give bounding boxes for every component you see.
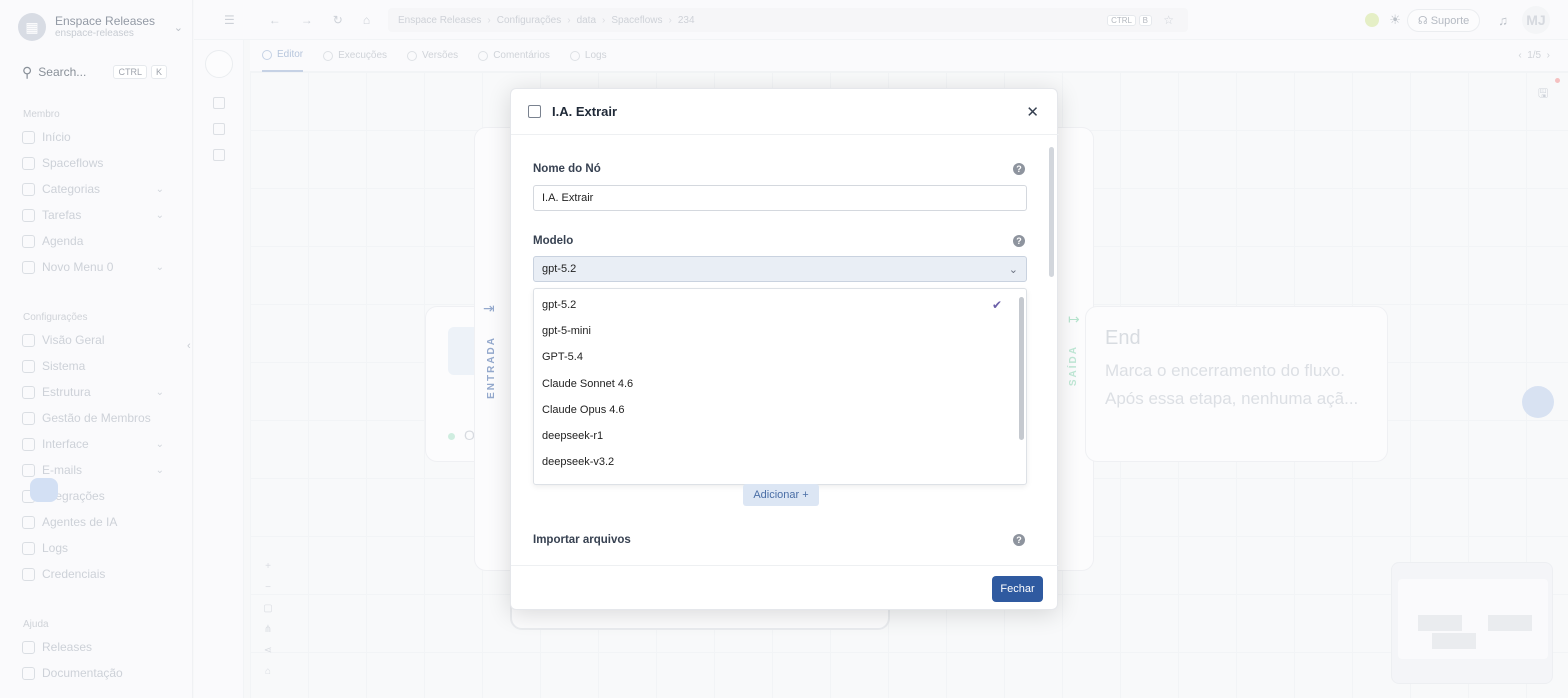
dropdown-scrollbar[interactable]	[1019, 297, 1024, 440]
model-option-label: gpt-5-mini	[542, 325, 591, 338]
close-icon[interactable]: ✕	[1026, 103, 1039, 121]
model-option[interactable]: deepseek-v3.2	[534, 449, 1014, 475]
add-button[interactable]: Adicionar +	[743, 484, 819, 506]
model-option-label: Claude Sonnet 4.6	[542, 377, 634, 390]
model-option[interactable]: deepseek-r1	[534, 423, 1014, 449]
model-option-label: gpt-5.2	[542, 299, 577, 311]
model-label: Modelo	[533, 235, 574, 247]
model-option-label: deepseek-r1	[542, 430, 604, 442]
model-option[interactable]: gpt-5-mini	[534, 318, 1014, 344]
model-option-label: deepseek-v3.2	[542, 456, 615, 469]
model-selected-value: gpt-5.2	[542, 263, 577, 275]
modal-header: I.A. Extrair ✕	[511, 89, 1059, 135]
modal-scrollbar[interactable]	[1049, 147, 1054, 277]
close-button[interactable]: Fechar	[992, 576, 1043, 602]
modal-footer: Fechar	[511, 565, 1059, 611]
chevron-down-icon: ⌄	[1008, 263, 1018, 276]
model-option[interactable]: GPT-5.4	[534, 344, 1014, 370]
model-select[interactable]: gpt-5.2 ⌄	[533, 256, 1027, 282]
model-option[interactable]: Claude Opus 4.6	[534, 397, 1014, 423]
modal-title: I.A. Extrair	[552, 104, 618, 119]
help-icon[interactable]: ?	[1013, 235, 1025, 247]
model-option[interactable]: gpt-5.2 ✔	[534, 292, 1014, 318]
model-option-label: GPT-5.4	[542, 351, 583, 364]
model-dropdown: gpt-5.2 ✔ gpt-5-mini GPT-5.4 Claude Sonnet 4…	[533, 288, 1027, 485]
node-name-label: Nome do Nó	[533, 163, 601, 175]
help-icon[interactable]: ?	[1013, 534, 1025, 546]
import-files-label: Importar arquivos	[533, 534, 631, 546]
model-option-label: Claude Opus 4.6	[542, 403, 625, 416]
node-name-input[interactable]	[533, 185, 1027, 211]
check-icon: ✔	[991, 298, 1002, 312]
model-option[interactable]: Claude Sonnet 4.6	[534, 371, 1014, 397]
ai-extract-icon	[528, 105, 541, 118]
node-settings-modal: I.A. Extrair ✕ Nome do Nó ? Modelo ? gpt…	[510, 88, 1059, 611]
help-icon[interactable]: ?	[1013, 163, 1025, 175]
